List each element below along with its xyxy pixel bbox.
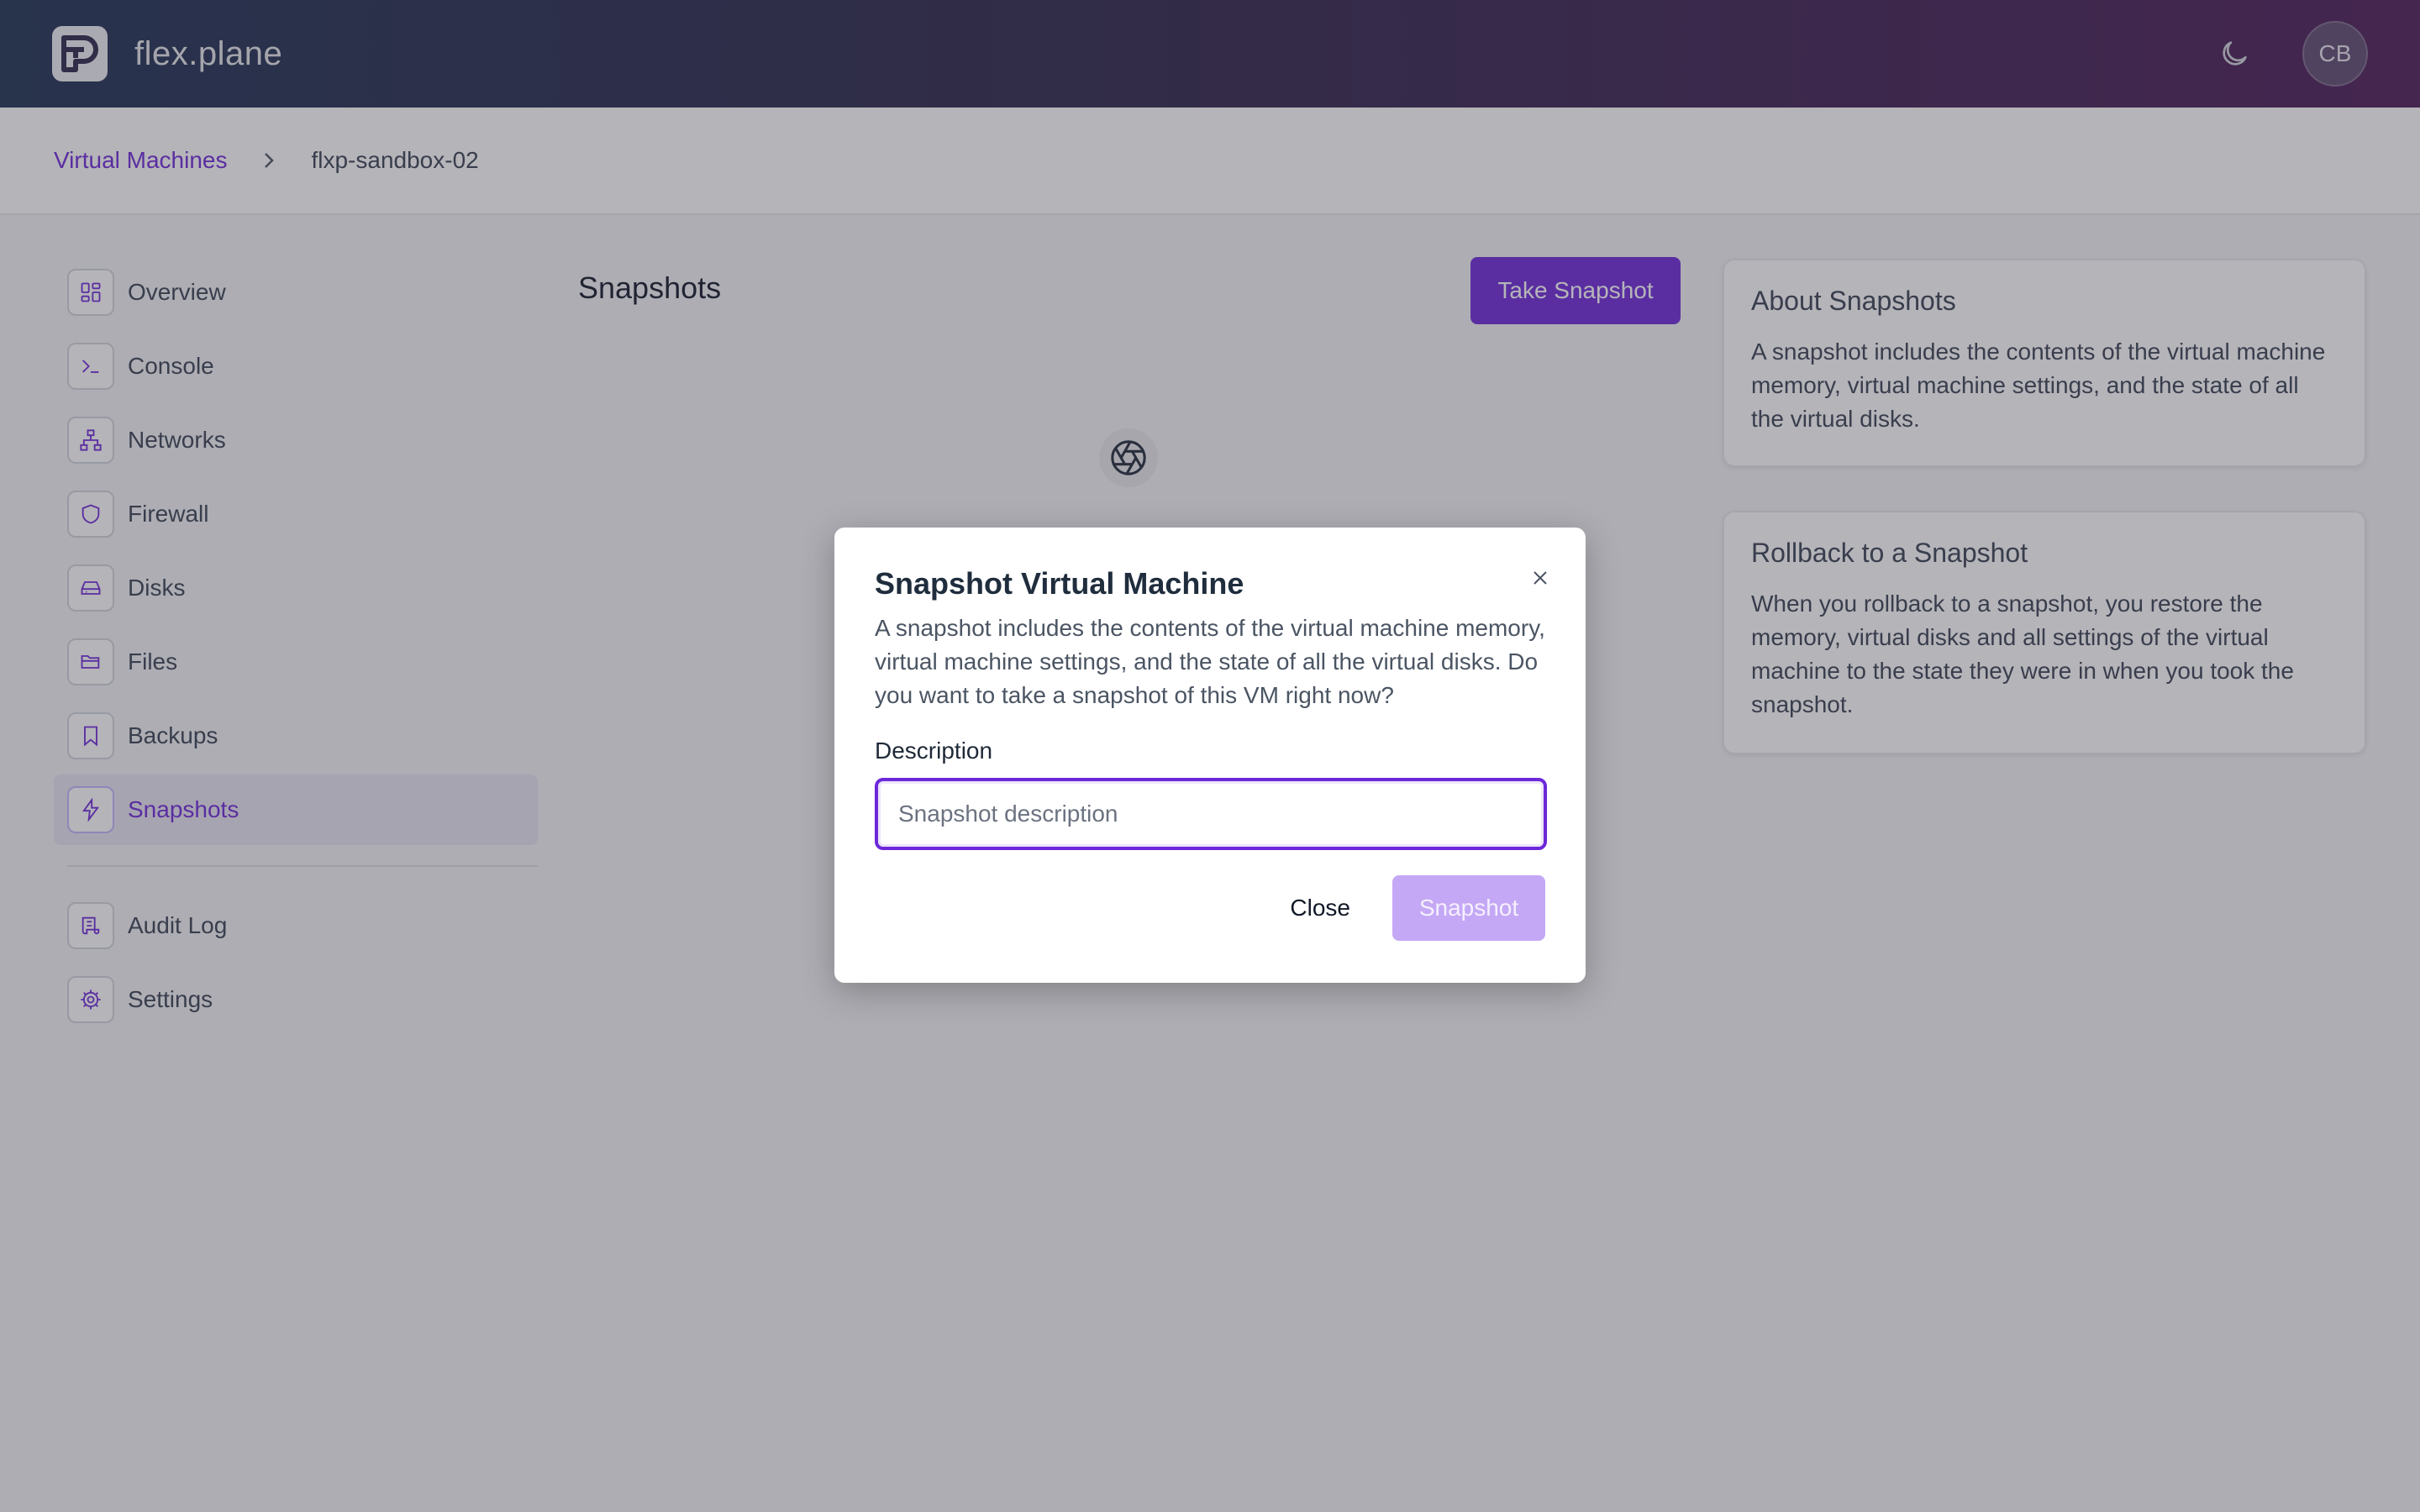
snapshot-description-input[interactable] [875,778,1547,850]
snapshot-button[interactable]: Snapshot [1392,875,1545,941]
dialog-title: Snapshot Virtual Machine [875,566,1244,601]
description-label: Description [875,738,993,764]
snapshot-dialog: Snapshot Virtual Machine A snapshot incl… [834,528,1586,983]
close-icon[interactable] [1523,561,1557,595]
dialog-description: A snapshot includes the contents of the … [875,615,1545,708]
close-button[interactable]: Close [1290,895,1350,921]
